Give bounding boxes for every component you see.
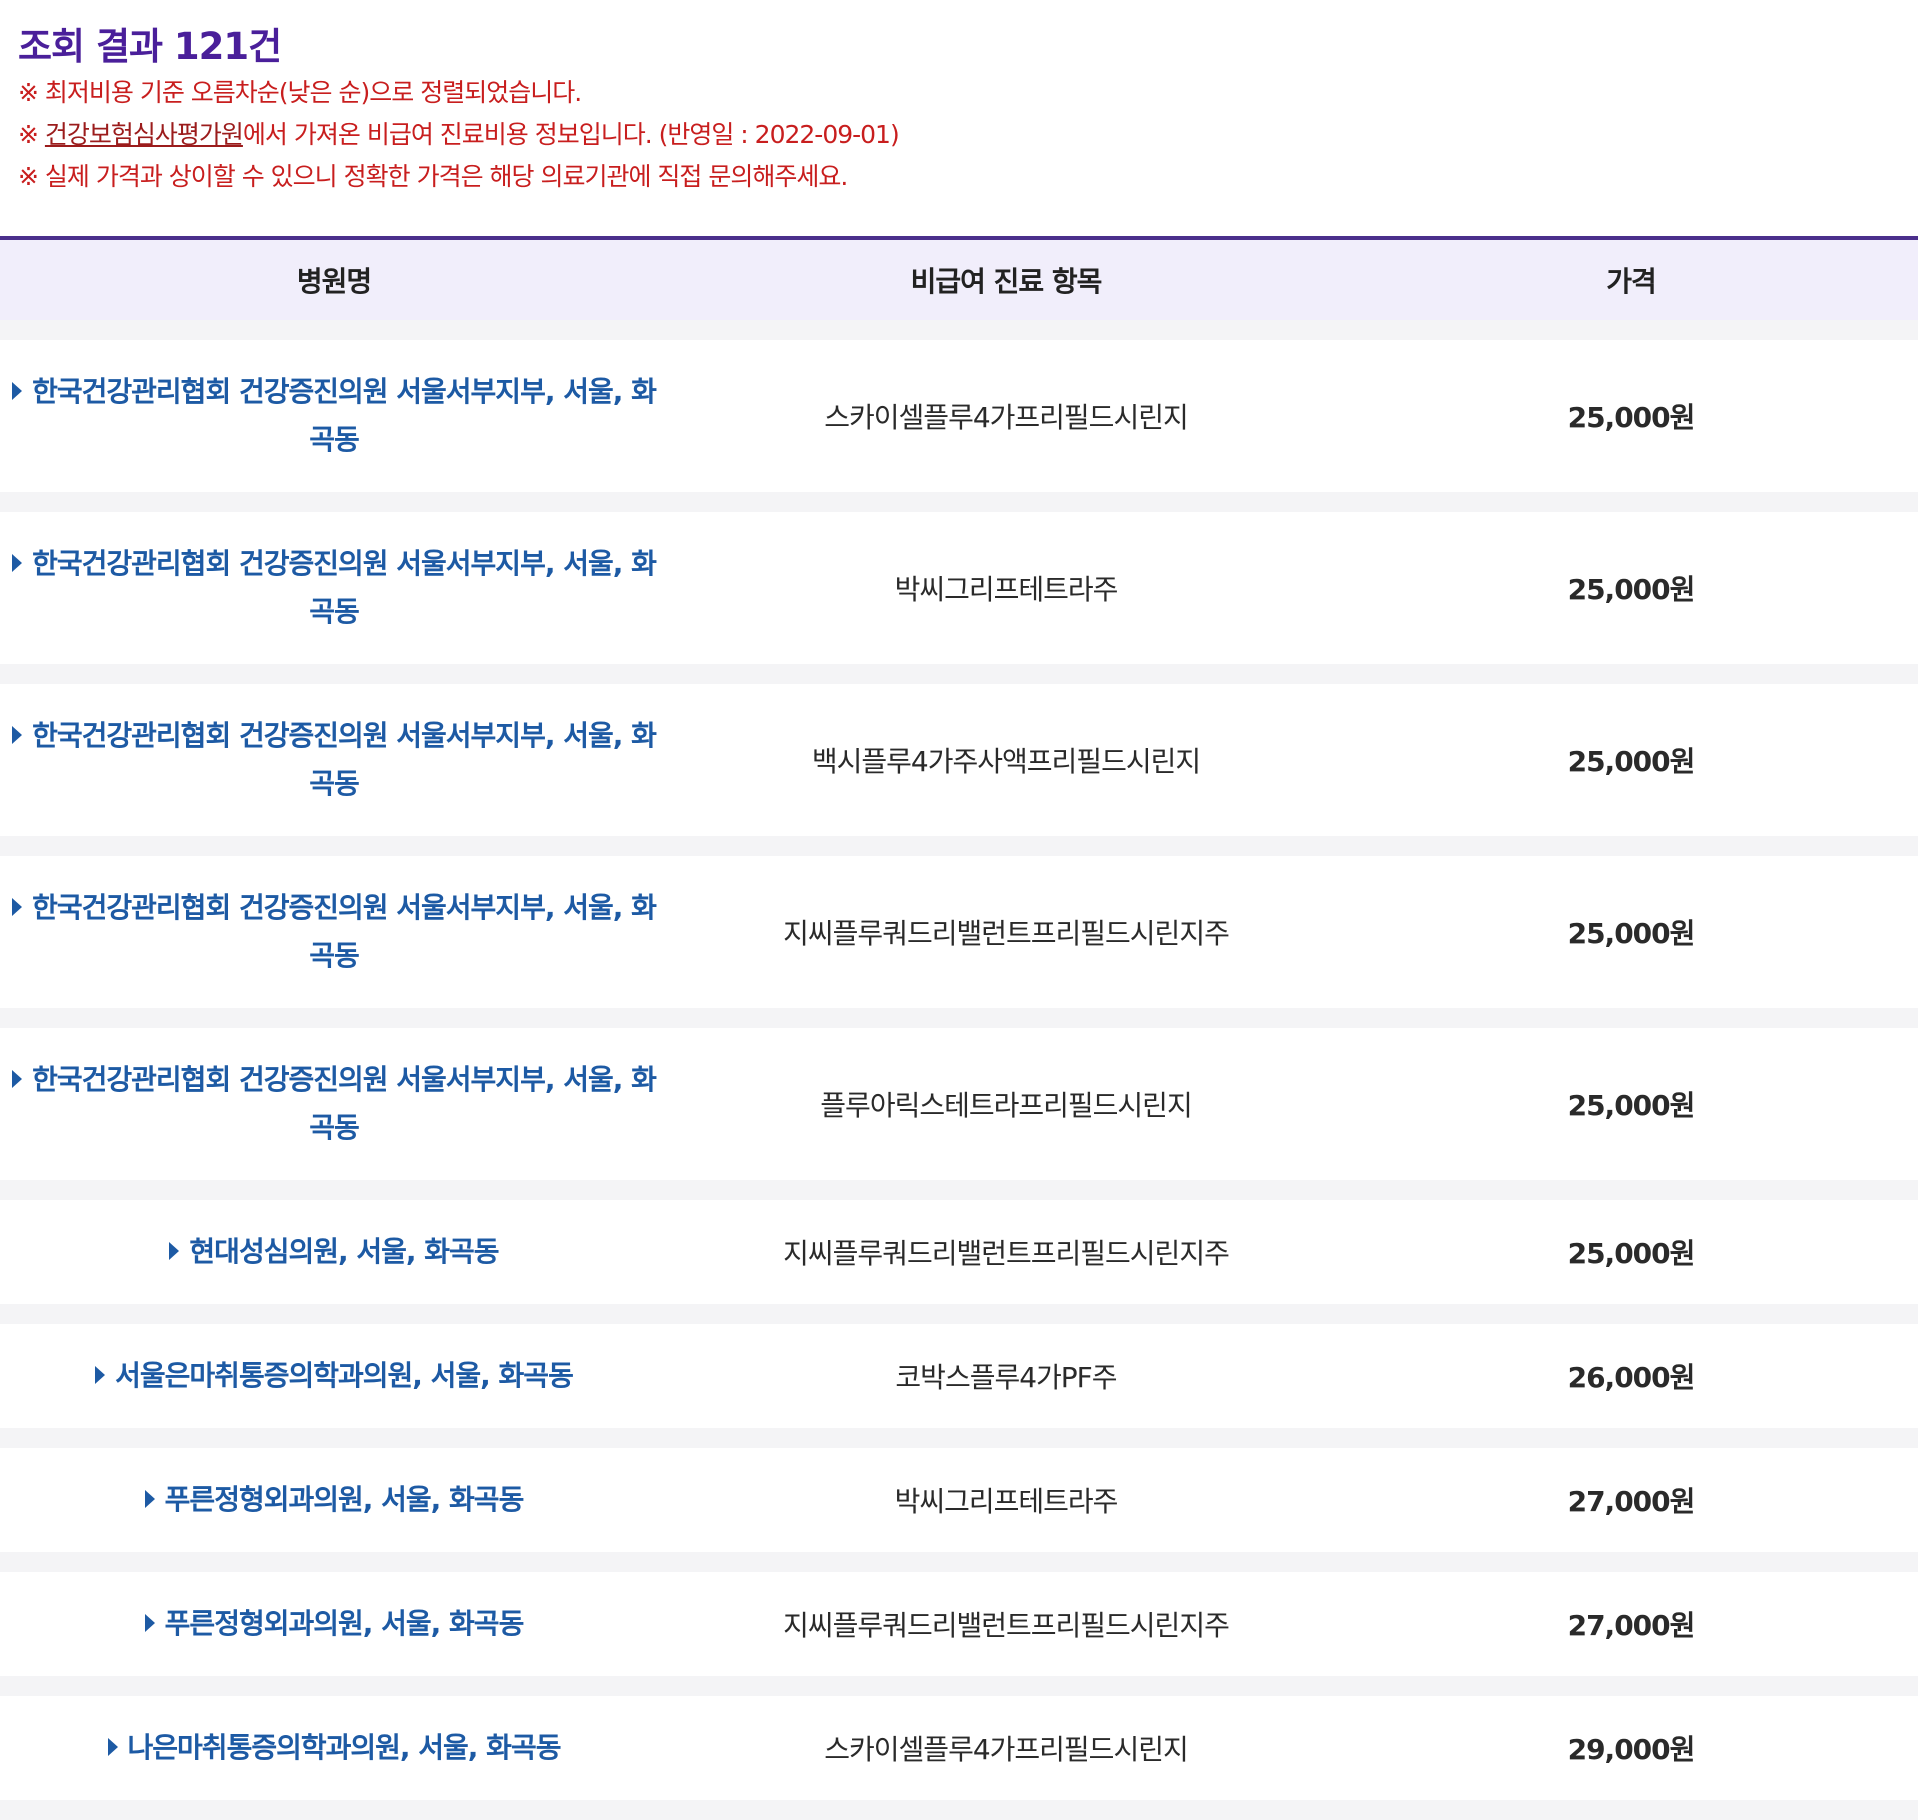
caret-right-icon [144,1614,155,1632]
hospital-link[interactable]: 한국건강관리협회 건강증진의원 서울서부지부, 서울, 화곡동 [12,547,657,628]
source-notice: ※ 건강보험심사평가원에서 가져온 비급여 진료비용 정보입니다. (반영일 :… [18,114,1898,156]
treatment-cell: 플루아릭스테트라프리필드시린지 [668,1008,1344,1180]
caret-right-icon [12,1070,23,1088]
hospital-link[interactable]: 한국건강관리협회 건강증진의원 서울서부지부, 서울, 화곡동 [12,375,657,456]
hira-link[interactable]: 건강보험심사평가원 [45,120,244,149]
price-cell: 27,000원 [1344,1428,1918,1552]
hospital-name: 한국건강관리협회 건강증진의원 서울서부지부, 서울, 화곡동 [32,1063,657,1144]
price-cell: 27,000원 [1344,1552,1918,1676]
price-cell: 26,000원 [1344,1304,1918,1428]
price-cell: 29,000원 [1344,1676,1918,1820]
price-table: 병원명 비급여 진료 항목 가격 한국건강관리협회 건강증진의원 서울서부지부,… [0,236,1918,1820]
table-row: 한국건강관리협회 건강증진의원 서울서부지부, 서울, 화곡동 스카이셀플루4가… [0,320,1918,492]
hospital-name: 나은마취통증의학과의원, 서울, 화곡동 [127,1731,562,1764]
hospital-cell: 현대성심의원, 서울, 화곡동 [0,1180,668,1304]
header-hospital: 병원명 [0,240,668,320]
treatment-cell: 지씨플루쿼드리밸런트프리필드시린지주 [668,1552,1344,1676]
source-notice-prefix: ※ [18,120,45,149]
caret-right-icon [12,726,23,744]
hospital-cell: 한국건강관리협회 건강증진의원 서울서부지부, 서울, 화곡동 [0,836,668,1008]
source-notice-suffix: 에서 가져온 비급여 진료비용 정보입니다. (반영일 : 2022-09-01… [242,120,900,149]
hospital-name: 한국건강관리협회 건강증진의원 서울서부지부, 서울, 화곡동 [32,891,657,972]
hospital-cell: 한국건강관리협회 건강증진의원 서울서부지부, 서울, 화곡동 [0,664,668,836]
table-row: 현대성심의원, 서울, 화곡동 지씨플루쿼드리밸런트프리필드시린지주 25,00… [0,1180,1918,1304]
treatment-cell: 코박스플루4가PF주 [668,1304,1344,1428]
table-row: 한국건강관리협회 건강증진의원 서울서부지부, 서울, 화곡동 지씨플루쿼드리밸… [0,836,1918,1008]
header-price: 가격 [1344,240,1918,320]
price-cell: 25,000원 [1344,836,1918,1008]
hospital-link[interactable]: 한국건강관리협회 건강증진의원 서울서부지부, 서울, 화곡동 [12,1063,657,1144]
price-cell: 25,000원 [1344,1180,1918,1304]
treatment-cell: 박씨그리프테트라주 [668,1428,1344,1552]
result-header: 조회 결과 121건 ※ 최저비용 기준 오름차순(낮은 순)으로 정렬되었습니… [18,22,1898,198]
table-row: 푸른정형외과의원, 서울, 화곡동 박씨그리프테트라주 27,000원 [0,1428,1918,1552]
hospital-link[interactable]: 나은마취통증의학과의원, 서울, 화곡동 [107,1731,562,1764]
hospital-link[interactable]: 현대성심의원, 서울, 화곡동 [169,1235,500,1268]
treatment-cell: 지씨플루쿼드리밸런트프리필드시린지주 [668,1180,1344,1304]
caret-right-icon [12,898,23,916]
treatment-cell: 스카이셀플루4가프리필드시린지 [668,320,1344,492]
hospital-cell: 푸른정형외과의원, 서울, 화곡동 [0,1428,668,1552]
hospital-name: 현대성심의원, 서울, 화곡동 [189,1235,499,1268]
hospital-name: 한국건강관리협회 건강증진의원 서울서부지부, 서울, 화곡동 [32,375,657,456]
treatment-cell: 백시플루4가주사액프리필드시린지 [668,664,1344,836]
caret-right-icon [169,1242,180,1260]
hospital-name: 서울은마취통증의학과의원, 서울, 화곡동 [115,1359,574,1392]
caret-right-icon [95,1366,106,1384]
table-row: 한국건강관리협회 건강증진의원 서울서부지부, 서울, 화곡동 플루아릭스테트라… [0,1008,1918,1180]
table-row: 서울은마취통증의학과의원, 서울, 화곡동 코박스플루4가PF주 26,000원 [0,1304,1918,1428]
price-cell: 25,000원 [1344,1008,1918,1180]
sort-notice: ※ 최저비용 기준 오름차순(낮은 순)으로 정렬되었습니다. [18,78,582,107]
caret-right-icon [12,554,23,572]
hospital-cell: 서울은마취통증의학과의원, 서울, 화곡동 [0,1304,668,1428]
caret-right-icon [144,1490,155,1508]
hospital-link[interactable]: 푸른정형외과의원, 서울, 화곡동 [144,1607,525,1640]
hospital-link[interactable]: 한국건강관리협회 건강증진의원 서울서부지부, 서울, 화곡동 [12,719,657,800]
price-cell: 25,000원 [1344,664,1918,836]
hospital-name: 한국건강관리협회 건강증진의원 서울서부지부, 서울, 화곡동 [32,547,657,628]
hospital-cell: 푸른정형외과의원, 서울, 화곡동 [0,1552,668,1676]
caret-right-icon [12,382,23,400]
table-row: 한국건강관리협회 건강증진의원 서울서부지부, 서울, 화곡동 박씨그리프테트라… [0,492,1918,664]
hospital-name: 푸른정형외과의원, 서울, 화곡동 [164,1483,525,1516]
hospital-cell: 한국건강관리협회 건강증진의원 서울서부지부, 서울, 화곡동 [0,1008,668,1180]
table-row: 푸른정형외과의원, 서울, 화곡동 지씨플루쿼드리밸런트프리필드시린지주 27,… [0,1552,1918,1676]
hospital-cell: 한국건강관리협회 건강증진의원 서울서부지부, 서울, 화곡동 [0,320,668,492]
treatment-cell: 스카이셀플루4가프리필드시린지 [668,1676,1344,1820]
hospital-name: 한국건강관리협회 건강증진의원 서울서부지부, 서울, 화곡동 [32,719,657,800]
table-row: 나은마취통증의학과의원, 서울, 화곡동 스카이셀플루4가프리필드시린지 29,… [0,1676,1918,1820]
price-cell: 25,000원 [1344,320,1918,492]
price-cell: 25,000원 [1344,492,1918,664]
treatment-cell: 지씨플루쿼드리밸런트프리필드시린지주 [668,836,1344,1008]
disclaimer-notice: ※ 실제 가격과 상이할 수 있으니 정확한 가격은 해당 의료기관에 직접 문… [18,162,848,191]
hospital-link[interactable]: 한국건강관리협회 건강증진의원 서울서부지부, 서울, 화곡동 [12,891,657,972]
result-count-title: 조회 결과 121건 [18,25,282,68]
hospital-link[interactable]: 서울은마취통증의학과의원, 서울, 화곡동 [95,1359,574,1392]
hospital-cell: 나은마취통증의학과의원, 서울, 화곡동 [0,1676,668,1820]
header-treatment: 비급여 진료 항목 [668,240,1344,320]
table-row: 한국건강관리협회 건강증진의원 서울서부지부, 서울, 화곡동 백시플루4가주사… [0,664,1918,836]
hospital-name: 푸른정형외과의원, 서울, 화곡동 [164,1607,525,1640]
table-header-row: 병원명 비급여 진료 항목 가격 [0,240,1918,320]
hospital-cell: 한국건강관리협회 건강증진의원 서울서부지부, 서울, 화곡동 [0,492,668,664]
caret-right-icon [107,1738,118,1756]
hospital-link[interactable]: 푸른정형외과의원, 서울, 화곡동 [144,1483,525,1516]
treatment-cell: 박씨그리프테트라주 [668,492,1344,664]
